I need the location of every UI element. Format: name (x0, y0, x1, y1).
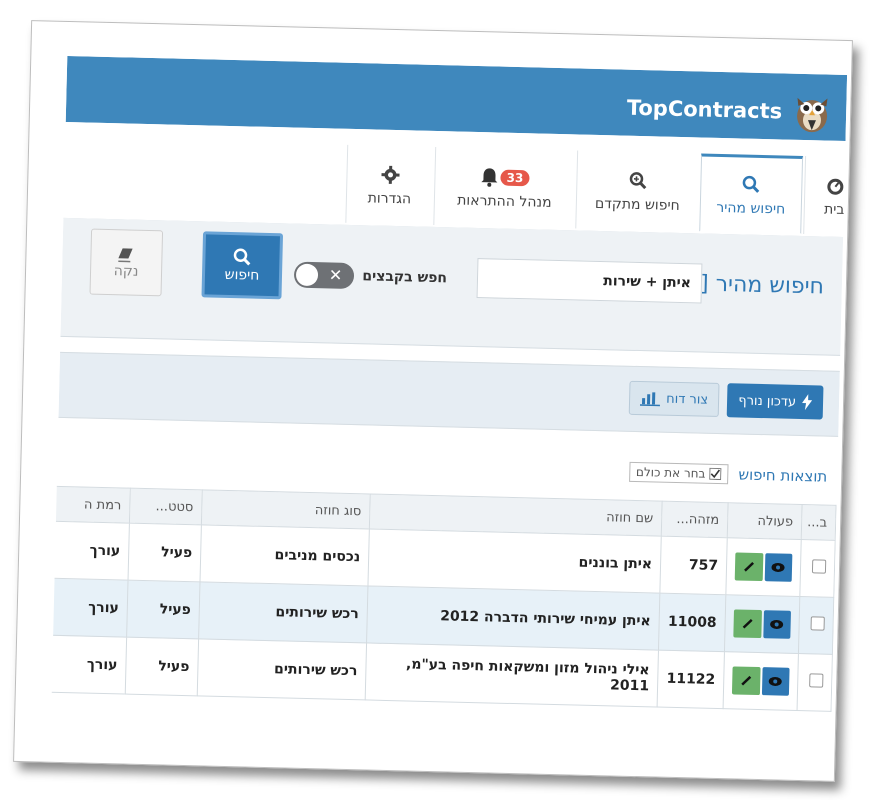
eye-icon (771, 562, 785, 572)
pencil-icon (742, 618, 753, 629)
row-contract-type: רכש שירותים (197, 638, 367, 700)
col-header-select[interactable]: ב... (801, 504, 837, 541)
edit-button[interactable] (731, 666, 761, 696)
col-header-id[interactable]: מזהה... (661, 501, 729, 538)
results-table: ב... פעולה מזהה... שם חוזה סוג חוזה סטט.… (50, 486, 837, 712)
row-level: עורך (50, 521, 130, 581)
quick-search-bar: חיפוש מהיר [3] חפש בקבצים ✕ חיפוש נקה (60, 217, 844, 356)
tab-alerts-manager-label: מנהל ההתראות (456, 192, 552, 211)
brand[interactable]: TopContracts (626, 86, 832, 135)
search-in-files-label: חפש בקבצים (362, 268, 448, 287)
search-icon (741, 172, 762, 196)
col-header-status[interactable]: סטט... (129, 488, 203, 525)
row-status: פעיל (128, 523, 202, 582)
screenshot-frame: TopContracts בית חיפוש מהיר חיפוש מתקדם … (13, 20, 853, 782)
update-button-label: עדכון נורף (738, 392, 797, 410)
row-contract-type: נכסים מניבים (200, 524, 370, 586)
app-window: TopContracts בית חיפוש מהיר חיפוש מתקדם … (50, 55, 848, 755)
row-id: 11008 (658, 593, 726, 652)
row-select-cell (799, 539, 836, 598)
alerts-count-badge: 33 (500, 169, 530, 187)
edit-button[interactable] (734, 552, 763, 582)
row-status: פעיל (126, 580, 201, 639)
select-all-label: בחר את כולם (635, 464, 706, 481)
row-checkbox[interactable] (809, 673, 824, 688)
search-input[interactable] (476, 258, 703, 304)
row-select-cell (798, 596, 834, 655)
search-in-files-toggle-group: חפש בקבצים ✕ (294, 261, 448, 292)
tab-settings[interactable]: הגדרות (345, 144, 434, 225)
tab-alerts-manager[interactable]: 33 מנהל ההתראות (433, 146, 576, 229)
col-header-contract-type[interactable]: סוג חוזה (201, 489, 371, 529)
tab-home[interactable]: בית (803, 156, 848, 236)
create-report-button[interactable]: צור דוח (628, 380, 720, 417)
search-in-files-toggle[interactable]: ✕ (294, 261, 355, 290)
tab-home-label: בית (823, 201, 845, 218)
tab-settings-label: הגדרות (367, 190, 412, 208)
row-checkbox[interactable] (811, 559, 827, 574)
create-report-label: צור דוח (666, 391, 709, 408)
row-contract-name[interactable]: איתן עמיחי שירותי הדברה 2012 (366, 585, 660, 651)
row-actions-cell (725, 537, 802, 597)
col-header-level[interactable]: רמת ה (50, 486, 131, 524)
search-icon (233, 248, 251, 266)
row-id: 757 (659, 536, 728, 595)
eye-icon (770, 619, 784, 629)
alerts-icon-group: 33 (480, 165, 530, 190)
row-id: 11122 (657, 650, 725, 709)
row-level: עורך (50, 578, 129, 638)
dashboard-icon (825, 174, 846, 198)
checkbox-checked-icon (709, 467, 722, 481)
clear-button[interactable]: נקה (89, 228, 164, 297)
pencil-icon (743, 561, 754, 572)
close-icon: ✕ (328, 265, 343, 285)
edit-button[interactable] (733, 609, 762, 639)
row-status: פעיל (125, 637, 199, 696)
select-all-button[interactable]: בחר את כולם (628, 461, 729, 485)
row-actions-cell (724, 594, 800, 654)
view-button[interactable] (764, 553, 793, 582)
action-toolbar: עדכון נורף צור דוח (58, 351, 840, 437)
row-contract-name[interactable]: אילי ניהול מזון ומשקאות חיפה בע"מ, 2011 (365, 642, 659, 708)
view-button[interactable] (761, 667, 790, 696)
bolt-icon (802, 394, 813, 411)
owl-logo-icon (797, 97, 828, 133)
row-checkbox[interactable] (810, 616, 825, 631)
gear-icon (380, 163, 401, 187)
tab-advanced-search-label: חיפוש מתקדם (594, 195, 680, 214)
bar-chart-icon (640, 392, 661, 407)
tab-quick-search-label: חיפוש מהיר (716, 199, 786, 218)
row-contract-name[interactable]: איתן בוננים (367, 528, 662, 594)
eye-icon (769, 676, 782, 686)
update-button[interactable]: עדכון נורף (726, 383, 824, 420)
brand-name: TopContracts (626, 95, 783, 124)
bell-icon (481, 168, 498, 187)
tab-advanced-search[interactable]: חיפוש מתקדם (575, 150, 700, 232)
zoom-plus-icon (628, 169, 649, 193)
row-select-cell (797, 653, 833, 712)
pencil-icon (741, 675, 751, 686)
search-button-label: חיפוש (224, 266, 260, 284)
row-actions-cell (723, 651, 799, 711)
row-contract-type: רכש שירותים (198, 581, 368, 643)
results-label: תוצאות חיפוש (738, 465, 828, 486)
row-level: עורך (50, 635, 127, 695)
eraser-icon (118, 248, 133, 263)
col-header-action[interactable]: פעולה (727, 502, 803, 540)
results-header: תוצאות חיפוש בחר את כולם (628, 461, 828, 487)
tab-quick-search[interactable]: חיפוש מהיר (699, 153, 804, 234)
search-button[interactable]: חיפוש (201, 231, 284, 300)
clear-button-label: נקה (113, 263, 139, 280)
toggle-knob (296, 263, 319, 287)
view-button[interactable] (762, 610, 791, 639)
